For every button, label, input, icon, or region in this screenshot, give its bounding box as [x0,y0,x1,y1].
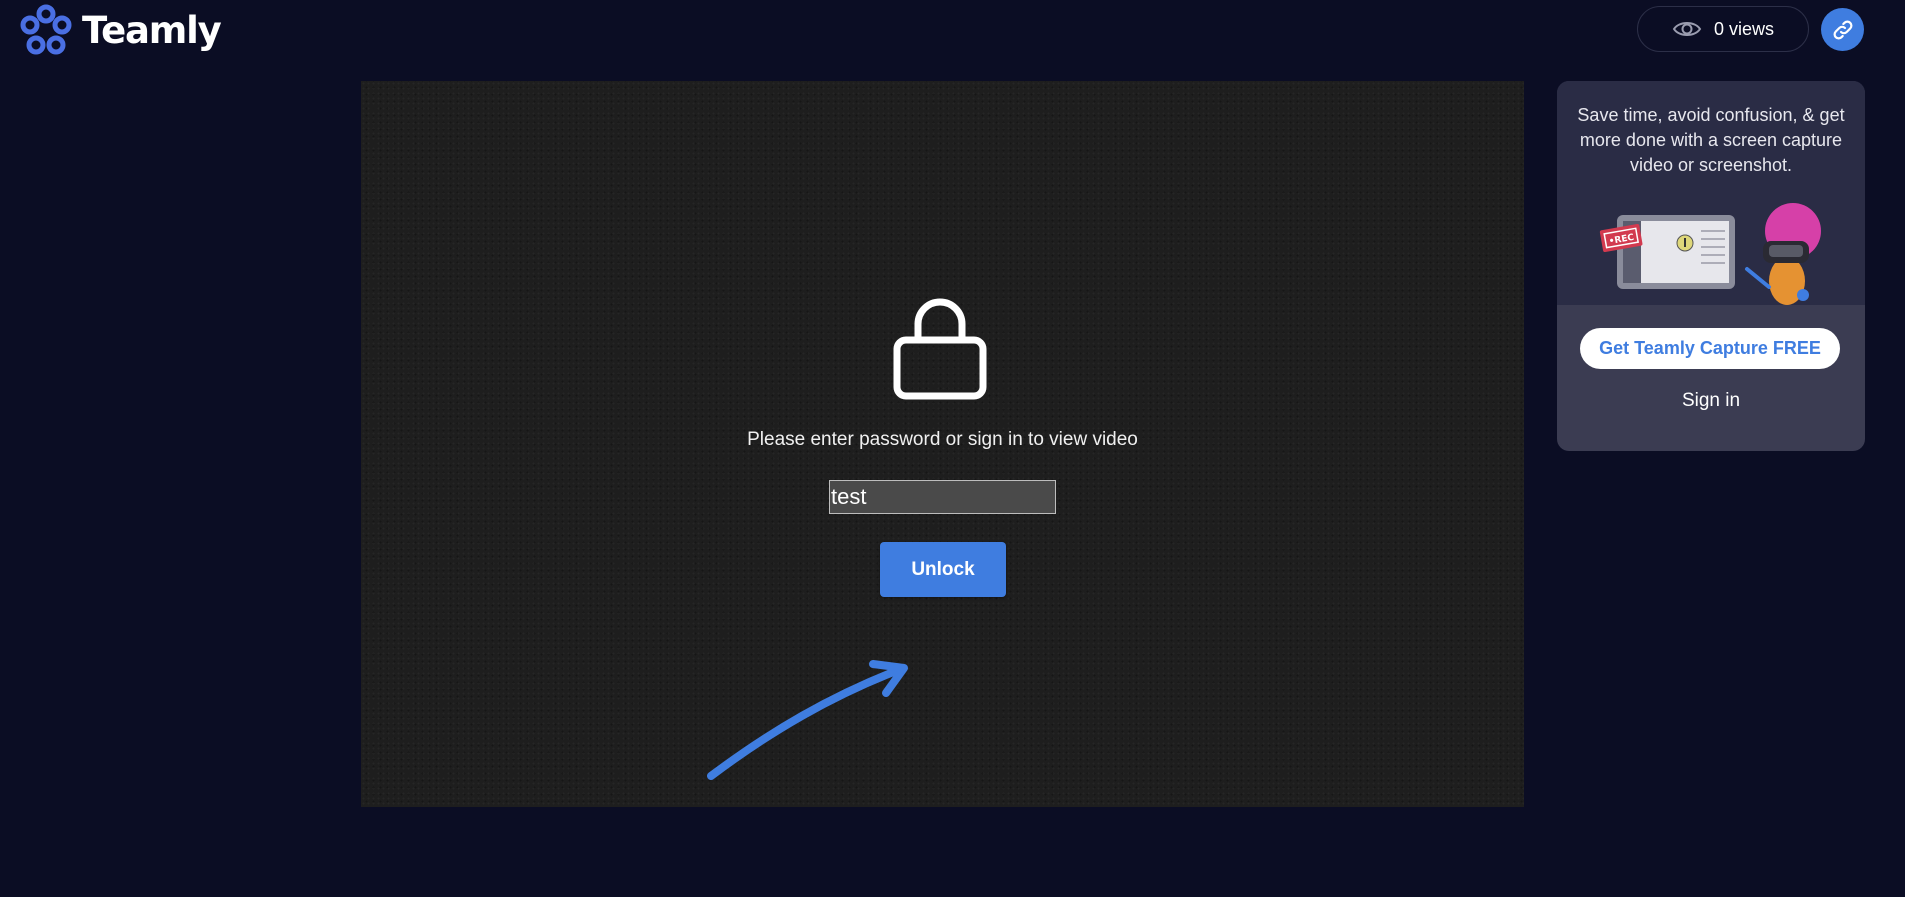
arrow-annotation-icon [707,660,908,780]
get-capture-button[interactable]: Get Teamly Capture FREE [1580,328,1840,369]
capture-promo-card: Save time, avoid confusion, & get more d… [1557,81,1865,451]
teamly-logo[interactable]: Teamly [18,3,222,57]
views-counter: 0 views [1637,6,1809,52]
promo-text: Save time, avoid confusion, & get more d… [1577,105,1845,175]
unlock-button[interactable]: Unlock [880,542,1006,597]
promo-top-section: Save time, avoid confusion, & get more d… [1557,81,1865,305]
teamly-logo-icon [20,4,72,55]
lock-icon [893,298,987,400]
link-icon [1833,20,1852,39]
eye-icon [1672,22,1702,36]
lock-message: Please enter password or sign in to view… [747,429,1138,450]
video-player-locked: Please enter password or sign in to view… [361,81,1524,807]
promo-illustration: •REC [1599,203,1821,305]
copy-link-button[interactable] [1821,8,1864,51]
password-input[interactable] [829,480,1056,514]
views-count: 0 views [1713,18,1775,39]
sign-in-link[interactable]: Sign in [1557,390,1865,412]
app-root: Teamly 0 views Please enter password or … [0,0,1905,897]
brand-name: Teamly [82,8,222,52]
